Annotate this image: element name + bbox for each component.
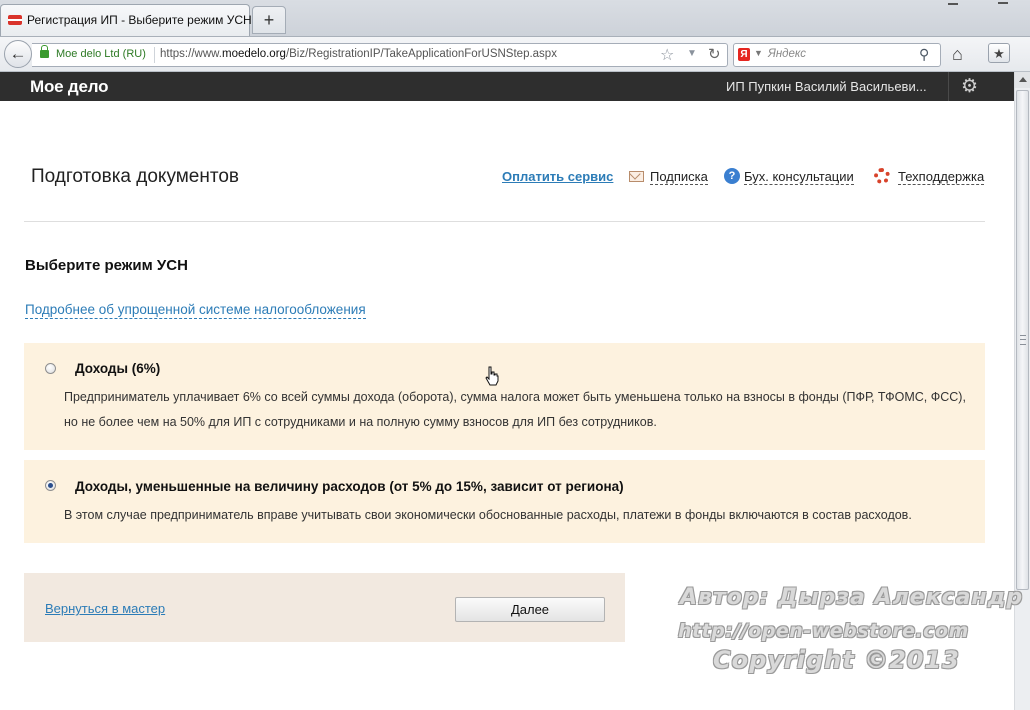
browser-nav-bar: ← Moe delo Ltd (RU) https://www.moedelo.… bbox=[0, 37, 1030, 72]
radio-income[interactable] bbox=[45, 363, 56, 374]
scroll-up-icon[interactable] bbox=[1015, 72, 1030, 88]
tab-title: Регистрация ИП - Выберите режим УСН bbox=[27, 13, 252, 27]
subscription-link[interactable]: Подписка bbox=[650, 169, 708, 185]
usn-info-link[interactable]: Подробнее об упрощенной системе налогооб… bbox=[25, 302, 366, 319]
logo[interactable]: Мое дело bbox=[30, 77, 109, 97]
url-separator bbox=[154, 47, 155, 63]
app-header: Мое дело ИП Пупкин Василий Васильеви... … bbox=[0, 72, 1014, 101]
next-button[interactable]: Далее bbox=[455, 597, 605, 622]
back-arrow-icon[interactable]: ← bbox=[4, 40, 32, 68]
user-name[interactable]: ИП Пупкин Василий Васильеви... bbox=[726, 79, 927, 94]
scroll-thumb[interactable] bbox=[1016, 90, 1029, 590]
search-input[interactable]: Яндекс bbox=[768, 48, 806, 60]
usn-option-income[interactable]: Доходы (6%) Предприниматель уплачивает 6… bbox=[24, 343, 985, 450]
section-title: Выберите режим УСН bbox=[25, 257, 188, 274]
browser-tab-bar: Регистрация ИП - Выберите режим УСН + bbox=[0, 0, 1030, 37]
watermark-copyright: Copyright ©2013 bbox=[713, 646, 960, 674]
watermark-author: Автор: Дырза Александр bbox=[680, 585, 1024, 610]
home-icon[interactable]: ⌂ bbox=[952, 44, 963, 65]
thumb-grip-icon bbox=[1020, 335, 1026, 345]
search-bar[interactable]: Я ▼ Яндекс ⚲ bbox=[733, 43, 941, 67]
header-divider-line bbox=[24, 221, 985, 222]
dropdown-icon[interactable]: ▼ bbox=[687, 48, 697, 59]
address-bar[interactable]: Moe delo Ltd (RU) https://www.moedelo.or… bbox=[32, 43, 728, 67]
search-engine-dropdown-icon[interactable]: ▼ bbox=[754, 48, 763, 58]
lifebuoy-icon bbox=[874, 168, 890, 184]
browser-tab[interactable]: Регистрация ИП - Выберите режим УСН bbox=[0, 4, 252, 36]
hand-cursor-icon bbox=[485, 366, 499, 386]
yandex-logo-icon[interactable]: Я bbox=[738, 48, 750, 61]
watermark-url: http://open-webstore.com bbox=[678, 620, 969, 642]
option-description: Предприниматель уплачивает 6% со всей су… bbox=[64, 390, 966, 429]
option-title[interactable]: Доходы (6%) bbox=[75, 361, 160, 376]
header-divider bbox=[948, 72, 949, 101]
radio-income-minus-expenses[interactable] bbox=[45, 480, 56, 491]
gear-icon[interactable]: ⚙ bbox=[961, 75, 978, 98]
option-description: В этом случае предприниматель вправе учи… bbox=[64, 508, 912, 522]
pay-service-link[interactable]: Оплатить сервис bbox=[502, 169, 613, 184]
option-title[interactable]: Доходы, уменьшенные на величину расходов… bbox=[75, 479, 624, 494]
support-link[interactable]: Техподдержка bbox=[898, 169, 985, 185]
new-tab-button[interactable]: + bbox=[252, 6, 286, 34]
site-identity[interactable]: Moe delo Ltd (RU) bbox=[56, 48, 146, 60]
back-to-wizard-link[interactable]: Вернуться в мастер bbox=[45, 601, 165, 616]
envelope-icon bbox=[628, 168, 644, 184]
reload-icon[interactable]: ↻ bbox=[708, 45, 721, 63]
url-text[interactable]: https://www.moedelo.org/Biz/Registration… bbox=[160, 48, 557, 60]
star-icon[interactable]: ☆ bbox=[660, 45, 674, 65]
scrollbar[interactable] bbox=[1014, 72, 1030, 710]
actions-panel: Вернуться в мастер Далее bbox=[24, 573, 625, 642]
maximize-icon[interactable] bbox=[994, 0, 1014, 6]
bookmarks-icon[interactable]: ★ bbox=[988, 43, 1010, 63]
help-icon: ? bbox=[724, 168, 740, 184]
page-title: Подготовка документов bbox=[31, 166, 240, 187]
favicon-icon bbox=[8, 15, 22, 25]
accounting-consult-link[interactable]: Бух. консультации bbox=[744, 169, 854, 185]
lock-icon bbox=[40, 45, 49, 58]
usn-option-income-minus-expenses[interactable]: Доходы, уменьшенные на величину расходов… bbox=[24, 460, 985, 543]
minimize-icon[interactable] bbox=[944, 0, 964, 6]
search-icon[interactable]: ⚲ bbox=[919, 46, 929, 63]
